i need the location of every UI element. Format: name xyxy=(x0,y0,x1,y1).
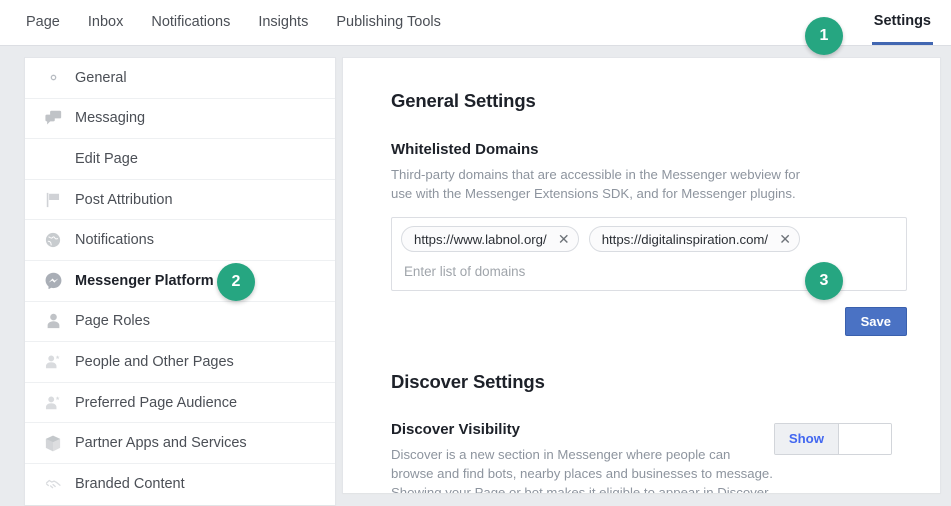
toggle-option-show[interactable]: Show xyxy=(774,424,839,454)
globe-icon xyxy=(43,230,63,250)
discover-visibility-row: Discover Visibility Discover is a new se… xyxy=(391,421,892,493)
domain-tag: https://digitalinspiration.com/ ✕ xyxy=(588,226,801,252)
gear-icon xyxy=(43,68,63,88)
tab-publishing-tools[interactable]: Publishing Tools xyxy=(322,0,455,45)
save-button-row: Save xyxy=(391,307,907,336)
domains-input[interactable] xyxy=(404,264,871,279)
domain-tag: https://www.labnol.org/ ✕ xyxy=(401,226,579,252)
domain-tag-label: https://www.labnol.org/ xyxy=(414,231,547,247)
chat-bubbles-icon xyxy=(43,108,63,128)
sidebar-item-page-roles[interactable]: Page Roles xyxy=(25,302,335,343)
sidebar-item-label: General xyxy=(75,69,127,86)
discover-visibility-label: Discover Visibility xyxy=(391,421,520,438)
sidebar-item-label: Edit Page xyxy=(75,150,138,167)
tab-insights[interactable]: Insights xyxy=(244,0,322,45)
sidebar-item-preferred-page-audience[interactable]: Preferred Page Audience xyxy=(25,383,335,424)
tab-settings[interactable]: Settings xyxy=(871,0,933,45)
messenger-icon xyxy=(43,271,63,291)
person-icon xyxy=(43,311,63,331)
top-nav-right: Settings xyxy=(871,0,933,45)
discover-visibility-text: Discover Visibility Discover is a new se… xyxy=(391,421,774,493)
gear-icon xyxy=(43,149,63,169)
sidebar-item-label: Messaging xyxy=(75,110,146,127)
sidebar-item-people-and-other-pages[interactable]: People and Other Pages xyxy=(25,342,335,383)
step-marker-2: 2 xyxy=(217,263,255,301)
page-title-general-settings: General Settings xyxy=(391,90,536,111)
remove-domain-icon[interactable]: ✕ xyxy=(777,231,793,247)
sidebar-item-label: Preferred Page Audience xyxy=(75,394,238,411)
save-button[interactable]: Save xyxy=(844,307,907,336)
sidebar-item-partner-apps-and-services[interactable]: Partner Apps and Services xyxy=(25,423,335,464)
sidebar-item-notifications[interactable]: Notifications xyxy=(25,220,335,261)
person-star-icon xyxy=(43,393,63,413)
sidebar-item-label: Post Attribution xyxy=(75,191,173,208)
sidebar-item-label: Page Roles xyxy=(75,313,150,330)
tab-inbox[interactable]: Inbox xyxy=(74,0,137,45)
discover-visibility-toggle[interactable]: Show xyxy=(773,423,892,455)
sidebar-item-label: People and Other Pages xyxy=(75,353,234,370)
sidebar-item-messenger-platform[interactable]: Messenger Platform xyxy=(25,261,335,302)
step-marker-3: 3 xyxy=(805,262,843,300)
sidebar-item-branded-content[interactable]: Branded Content xyxy=(25,464,335,505)
remove-domain-icon[interactable]: ✕ xyxy=(556,231,572,247)
tab-page[interactable]: Page xyxy=(12,0,74,45)
section-title-discover-settings: Discover Settings xyxy=(391,371,545,392)
tab-notifications[interactable]: Notifications xyxy=(137,0,244,45)
sidebar-item-post-attribution[interactable]: Post Attribution xyxy=(25,180,335,221)
top-nav-tab-list: Page Inbox Notifications Insights Publis… xyxy=(12,0,455,45)
sidebar-item-edit-page[interactable]: Edit Page xyxy=(25,139,335,180)
domain-tag-label: https://digitalinspiration.com/ xyxy=(601,231,769,247)
sidebar-item-label: Messenger Platform xyxy=(75,272,214,289)
toggle-option-hide[interactable] xyxy=(839,424,891,454)
sidebar-item-label: Notifications xyxy=(75,232,154,249)
sidebar-item-label: Branded Content xyxy=(75,476,185,493)
sidebar-item-messaging[interactable]: Messaging xyxy=(25,99,335,140)
domain-tag-list: https://www.labnol.org/ ✕ https://digita… xyxy=(401,226,897,252)
settings-content-panel: General Settings Whitelisted Domains Thi… xyxy=(342,57,941,493)
step-marker-1: 1 xyxy=(805,17,843,55)
person-star-icon xyxy=(43,352,63,372)
whitelisted-domains-description: Third-party domains that are accessible … xyxy=(391,167,800,201)
flag-icon xyxy=(43,190,63,210)
handshake-icon xyxy=(43,474,63,494)
discover-visibility-description: Discover is a new section in Messenger w… xyxy=(391,447,773,493)
sidebar-item-general[interactable]: General xyxy=(25,58,335,99)
whitelisted-domains-label: Whitelisted Domains xyxy=(391,141,539,158)
sidebar-item-label: Partner Apps and Services xyxy=(75,435,247,452)
settings-sidebar: General Messaging Edit Page Post Attribu… xyxy=(24,57,336,505)
box-icon xyxy=(43,433,63,453)
